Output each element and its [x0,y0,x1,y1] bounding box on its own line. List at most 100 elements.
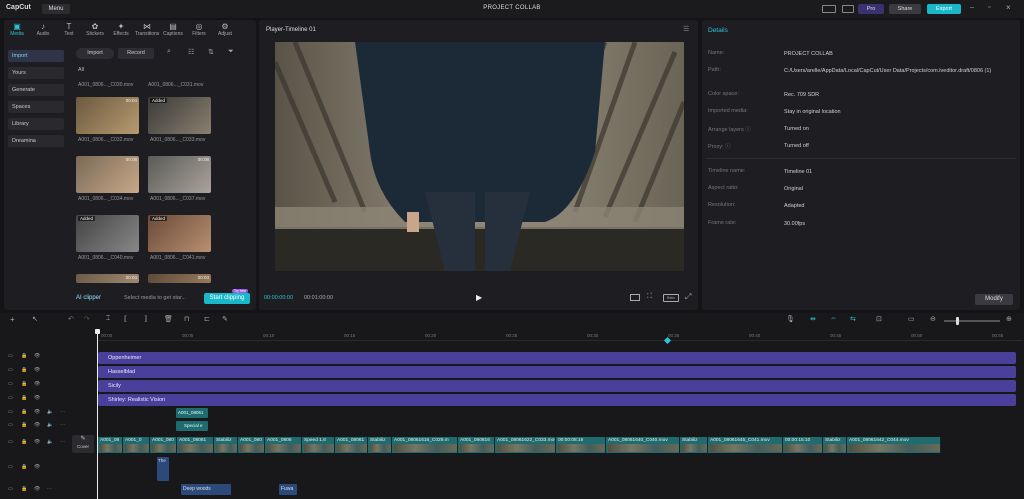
modify-button[interactable]: Modify [975,294,1013,305]
playhead[interactable] [97,330,98,499]
caption-icon[interactable]: ▭ [908,315,915,323]
add-track-icon[interactable]: + [10,315,15,324]
media-thumbnail[interactable]: 00:08 [76,156,139,193]
search-icon[interactable]: ⌕ [167,48,171,56]
tab-effects[interactable]: ✦ Effects [109,22,133,40]
media-thumbnail[interactable]: 00:08 [148,156,211,193]
track-type-icon[interactable]: ▭ [8,367,13,373]
delete-icon[interactable]: 🗑 [164,315,173,323]
video-clip[interactable]: A001_080 [150,437,177,453]
ratio-button[interactable]: Ratio [663,294,679,302]
lock-icon[interactable]: 🔒 [21,439,27,445]
start-clipping-button[interactable]: Start clipping [204,293,250,304]
video-preview[interactable] [275,42,684,271]
track-type-icon[interactable]: ▭ [8,395,13,401]
close-icon[interactable]: × [1006,3,1011,12]
visibility-icon[interactable]: 👁 [34,486,40,492]
export-button[interactable]: Export [927,4,961,14]
zoom-slider-handle[interactable] [956,317,959,325]
visibility-icon[interactable]: 👁 [34,353,40,359]
sort-icon[interactable]: ⇅ [208,48,214,56]
tab-text[interactable]: T Text [57,22,81,40]
more-icon[interactable]: ⋯ [60,439,65,445]
redo-icon[interactable]: ↷ [84,315,90,323]
track-type-icon[interactable]: ▭ [8,409,13,415]
audio-clip[interactable]: Deep woods [181,484,231,495]
video-clip[interactable]: A001_080 [238,437,265,453]
media-thumbnail[interactable]: Added [76,215,139,252]
visibility-icon[interactable]: 👁 [34,464,40,470]
minimize-icon[interactable]: – [970,4,974,11]
split-left-icon[interactable]: ⟦ [124,315,127,323]
tab-filters[interactable]: ◎ Filters [187,22,211,40]
visibility-icon[interactable]: 👁 [34,381,40,387]
visibility-icon[interactable]: 👁 [34,395,40,401]
fit-icon[interactable] [630,294,640,301]
shortcut-icon[interactable] [842,5,854,13]
tab-transitions[interactable]: ⋈ Transitions [135,22,159,40]
video-clip[interactable]: Stabiliz [680,437,708,453]
maximize-icon[interactable]: ▫ [988,4,990,11]
media-thumbnail[interactable]: 00:04 [76,97,139,134]
video-clip[interactable]: A001_0 [123,437,150,453]
video-clip[interactable]: A001_08061642_C044.mov [847,437,941,453]
video-clip[interactable]: A001_08061616_C029.m [392,437,458,453]
special-effect-clip[interactable]: Special e [176,421,208,431]
sidebar-item-generate[interactable]: Generate [8,84,64,96]
video-clip[interactable]: Speed 1.6 [302,437,335,453]
audio-icon[interactable]: 🔈 [47,422,53,428]
media-thumbnail[interactable]: Added [148,97,211,134]
lock-icon[interactable]: 🔒 [21,486,27,492]
audio-icon[interactable]: 🔈 [47,409,53,415]
video-clip[interactable]: Stabiliz [823,437,847,453]
tab-audio[interactable]: ♪ Audio [31,22,55,40]
overlay-clip[interactable]: A001_08061 [176,408,208,418]
track-type-icon[interactable]: ▭ [8,439,13,445]
video-clip[interactable]: A001_08 [98,437,123,453]
filter-icon[interactable]: ⏷ [228,48,234,56]
visibility-icon[interactable]: 👁 [34,422,40,428]
video-clip[interactable]: A001_08061640_C040.mov [606,437,680,453]
video-clip[interactable]: Stabiliz [214,437,238,453]
sidebar-item-library[interactable]: Library [8,118,64,130]
tab-media[interactable]: ▣ Media [5,22,29,40]
video-clip[interactable]: 00:00:15:10 [783,437,823,453]
video-clip[interactable]: A001_080616 [458,437,495,453]
media-thumbnail[interactable]: Added [148,215,211,252]
media-thumbnail[interactable]: 00:03 [76,274,139,283]
import-button[interactable]: Import [76,48,114,59]
sidebar-item-spaces[interactable]: Spaces [8,101,64,113]
video-clip[interactable]: A001_08061 [335,437,368,453]
mask-icon[interactable]: ⊓ [184,315,189,323]
filter-effect-clip[interactable]: Sicily [98,380,1016,392]
media-thumbnail[interactable]: 00:03 [148,274,211,283]
sidebar-item-yours[interactable]: Yours [8,67,64,79]
lock-icon[interactable]: 🔒 [21,464,27,470]
cover-button[interactable]: ✎ Cover [72,435,94,453]
track-type-icon[interactable]: ▭ [8,486,13,492]
play-icon[interactable]: ▶ [476,293,482,302]
lock-icon[interactable]: 🔒 [21,422,27,428]
track-type-icon[interactable]: ▭ [8,464,13,470]
track-type-icon[interactable]: ▭ [8,422,13,428]
focus-icon[interactable]: ⛶ [647,293,652,301]
zoom-in-icon[interactable]: ⊕ [1006,315,1012,323]
lock-icon[interactable]: 🔒 [21,409,27,415]
link-main-icon[interactable]: ⇹ [810,315,816,323]
lock-icon[interactable]: 🔒 [21,353,27,359]
filter-effect-clip[interactable]: Oppenheimer [98,352,1016,364]
filter-effect-clip[interactable]: Shirley: Realistic Vision [98,394,1016,406]
tab-adjust[interactable]: ⚙ Adjust [213,22,237,40]
more-icon[interactable]: ⋯ [47,486,52,492]
zoom-out-icon[interactable]: ⊖ [930,315,936,323]
preview-axis-icon[interactable]: ⊡ [876,315,882,323]
draw-icon[interactable]: ✎ [222,315,228,323]
audio-clip[interactable]: Fuwa [279,484,297,495]
tab-stickers[interactable]: ✿ Stickers [83,22,107,40]
share-button[interactable]: Share [889,4,921,14]
filter-effect-clip[interactable]: Hasselblad [98,366,1016,378]
playhead-handle[interactable] [95,329,100,334]
grid-view-icon[interactable]: ☷ [188,48,194,56]
fullscreen-icon[interactable]: ⤢ [685,292,691,302]
menu-button[interactable]: Menu [42,4,70,14]
